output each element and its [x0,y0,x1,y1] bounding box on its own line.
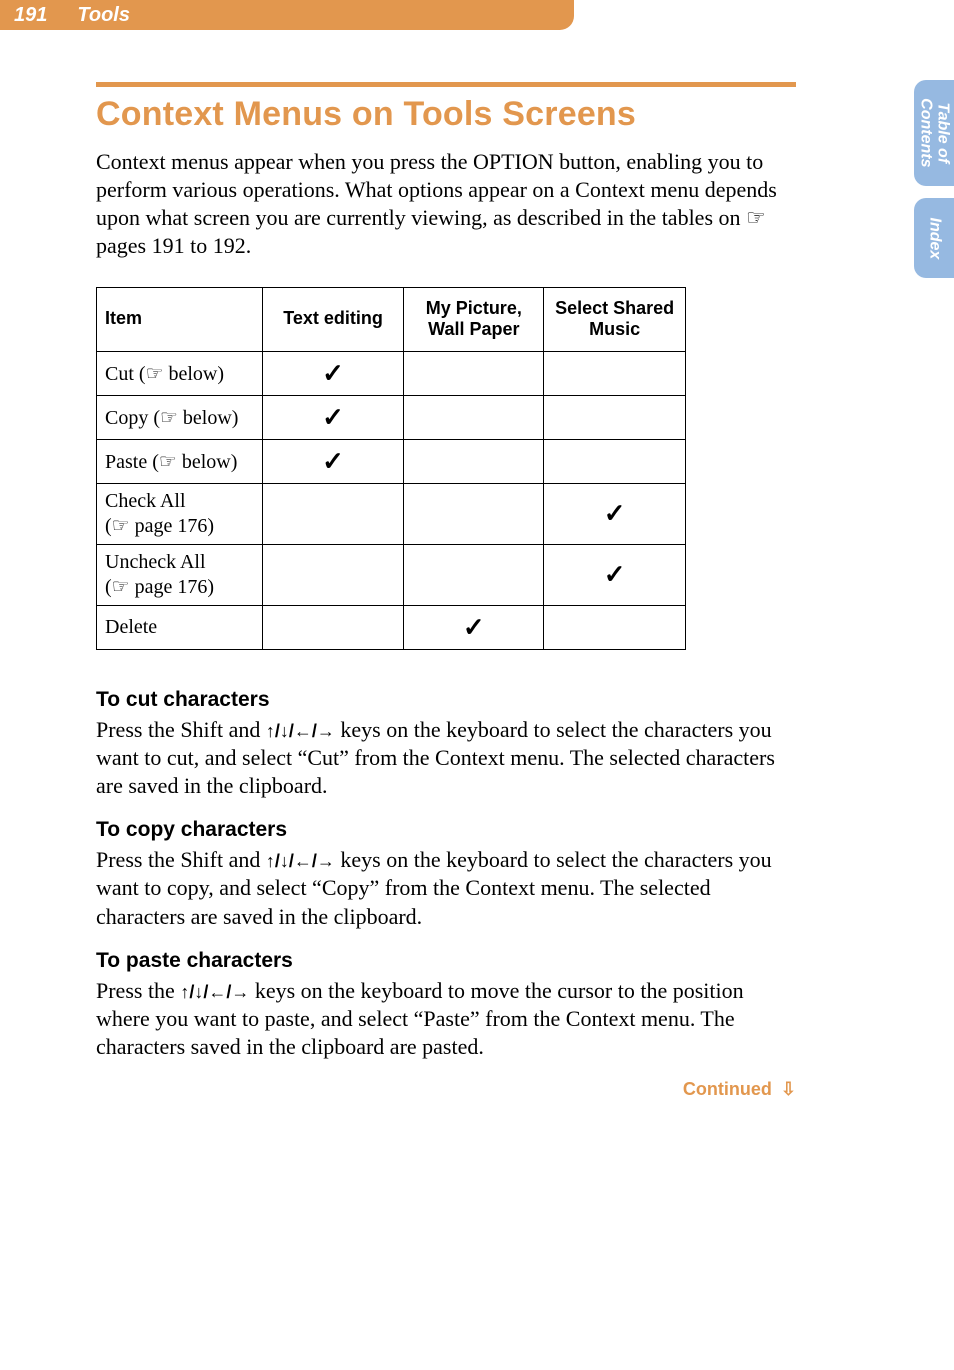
item-main: Uncheck All [105,551,206,573]
th-item: Item [97,287,263,351]
item-main: Cut ( [105,363,146,385]
item-cell: Cut (☞ below) [97,351,263,395]
section-heading: To cut characters [96,688,796,712]
mark-cell [262,544,404,605]
tab-index[interactable]: Index [914,198,954,278]
mark-cell: ✓ [262,395,404,439]
section-heading: To paste characters [96,949,796,973]
tab-toc-label: Table ofContents [917,98,951,167]
page: 191 Tools Table ofContents Index Context… [0,0,954,1370]
item-ref: ☞ below) [160,407,238,429]
mark-cell [404,483,544,544]
section-body: Press the ↑/↓/←/→ keys on the keyboard t… [96,977,796,1061]
item-cell: Paste (☞ below) [97,439,263,483]
item-ref: (☞ page 176) [105,576,214,598]
body-pre: Press the Shift and [96,847,266,872]
table-row: Copy (☞ below)✓ [97,395,686,439]
arrow-down-icon: ⇩ [781,1079,796,1100]
mark-cell: ✓ [262,351,404,395]
body-pre: Press the Shift and [96,717,266,742]
item-ref: ☞ below) [146,363,224,385]
continued-text: Continued [683,1079,772,1099]
section-body: Press the Shift and ↑/↓/←/→ keys on the … [96,716,796,800]
arrow-keys-icon: ↑/↓/←/→ [266,721,335,741]
mark-cell: ✓ [262,439,404,483]
table-body: Cut (☞ below)✓Copy (☞ below)✓Paste (☞ be… [97,351,686,649]
mark-cell [544,395,686,439]
mark-cell [544,351,686,395]
tab-table-of-contents[interactable]: Table ofContents [914,80,954,186]
page-title: Context Menus on Tools Screens [96,95,796,134]
item-cell: Delete [97,605,263,649]
item-cell: Uncheck All (☞ page 176) [97,544,263,605]
content-area: Context Menus on Tools Screens Context m… [96,82,796,1100]
table-header-row: Item Text editing My Picture, Wall Paper… [97,287,686,351]
item-cell: Copy (☞ below) [97,395,263,439]
item-main: Delete [105,616,157,638]
table-row: Delete ✓ [97,605,686,649]
arrow-keys-icon: ↑/↓/←/→ [180,982,249,1002]
mark-cell [544,439,686,483]
page-number: 191 [14,4,47,27]
item-main: Copy ( [105,407,160,429]
arrow-keys-icon: ↑/↓/←/→ [266,851,335,871]
item-ref: (☞ page 176) [105,515,214,537]
mark-cell [404,544,544,605]
table-row: Paste (☞ below)✓ [97,439,686,483]
section-heading: To copy characters [96,818,796,842]
item-main: Paste ( [105,451,159,473]
mark-cell: ✓ [544,483,686,544]
th-select-shared-music: Select Shared Music [544,287,686,351]
item-ref: ☞ below) [159,451,237,473]
context-menu-table: Item Text editing My Picture, Wall Paper… [96,287,686,650]
th-my-picture: My Picture, Wall Paper [404,287,544,351]
th-text-editing: Text editing [262,287,404,351]
header-section: Tools [77,4,130,27]
mark-cell [404,351,544,395]
title-rule [96,82,796,87]
mark-cell [262,605,404,649]
table-row: Cut (☞ below)✓ [97,351,686,395]
mark-cell [262,483,404,544]
table-row: Uncheck All (☞ page 176) ✓ [97,544,686,605]
mark-cell: ✓ [544,544,686,605]
intro-paragraph: Context menus appear when you press the … [96,148,796,261]
mark-cell [404,395,544,439]
body-pre: Press the [96,978,180,1003]
item-cell: Check All (☞ page 176) [97,483,263,544]
sections: To cut characters Press the Shift and ↑/↓… [96,688,796,1061]
mark-cell: ✓ [404,605,544,649]
table-row: Check All (☞ page 176) ✓ [97,483,686,544]
header-bar: 191 Tools [0,0,574,30]
continued-indicator: Continued ⇩ [96,1079,796,1100]
item-main: Check All [105,490,186,512]
mark-cell [544,605,686,649]
mark-cell [404,439,544,483]
tab-index-label: Index [926,217,943,259]
section-body: Press the Shift and ↑/↓/←/→ keys on the … [96,846,796,930]
